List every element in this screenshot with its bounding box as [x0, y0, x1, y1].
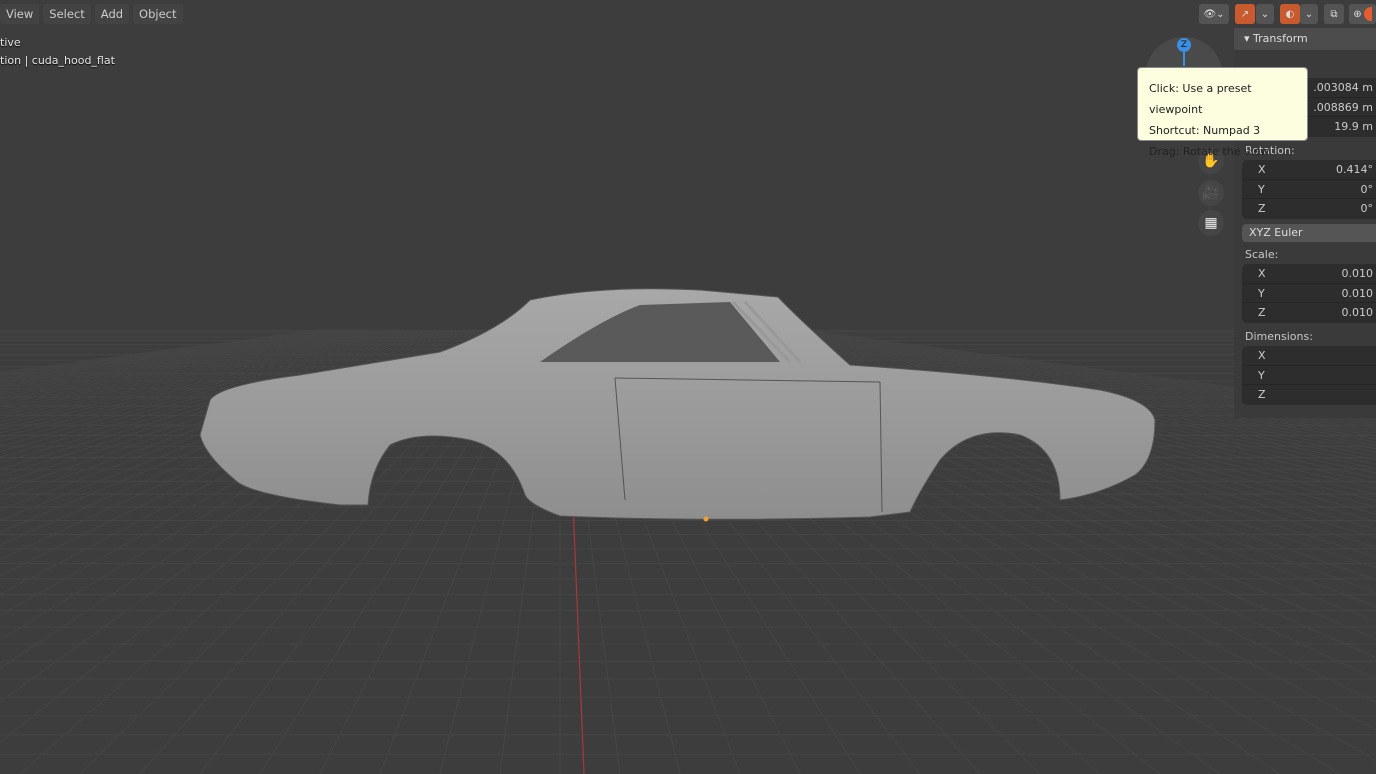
- menu-view[interactable]: View: [0, 4, 40, 24]
- xray-toggle[interactable]: ⧉: [1324, 4, 1344, 24]
- tooltip-drag-text: Drag: Rotate the view: [1149, 145, 1270, 158]
- xray-icon: ⧉: [1330, 8, 1338, 20]
- scale-x-value: 0.010: [1341, 267, 1374, 280]
- collapse-triangle-icon: ▾: [1244, 32, 1254, 45]
- transform-title: Transform: [1253, 32, 1308, 45]
- rotation-mode-select[interactable]: XYZ Euler: [1242, 224, 1376, 242]
- scale-label: Scale:: [1245, 248, 1279, 261]
- axis-label: X: [1258, 349, 1266, 362]
- axis-label: Y: [1258, 368, 1265, 382]
- perspective-toggle-button[interactable]: ▦: [1198, 210, 1224, 236]
- location-z-value: 19.9 m: [1334, 120, 1373, 133]
- rotation-z[interactable]: Z 0°: [1242, 199, 1376, 219]
- tooltip: Click: Use a preset viewpoint Shortcut: …: [1137, 67, 1308, 158]
- transform-header[interactable]: ▾ Transform: [1234, 28, 1376, 50]
- axis-label: Y: [1258, 286, 1265, 300]
- axis-label: Z: [1258, 202, 1266, 215]
- shading-wireframe[interactable]: ⊕: [1349, 4, 1376, 24]
- location-y-value: .008869 m: [1313, 100, 1373, 114]
- overlay-icon: ◐: [1285, 8, 1295, 20]
- dimension-z[interactable]: Z: [1242, 385, 1376, 405]
- rotation-fields: X 0.414° Y 0° Z 0°: [1242, 160, 1376, 219]
- collection-object-text: tion | cuda_hood_flat: [0, 54, 115, 67]
- scale-y[interactable]: Y 0.010: [1242, 284, 1376, 303]
- dimension-x[interactable]: X: [1242, 346, 1376, 366]
- axis-label: Y: [1258, 182, 1265, 196]
- scale-z[interactable]: Z 0.010: [1242, 303, 1376, 323]
- menu-add[interactable]: Add: [94, 4, 130, 24]
- axis-label: Z: [1258, 306, 1266, 319]
- menu-select[interactable]: Select: [43, 4, 91, 24]
- object-origin: [703, 516, 709, 522]
- grid-icon: ▦: [1204, 215, 1218, 231]
- chevron-down-icon: ⌄: [1304, 8, 1314, 20]
- header-menu: View Select Add Object: [0, 4, 183, 24]
- rotation-x[interactable]: X 0.414°: [1242, 160, 1376, 180]
- tooltip-shortcut-text: Shortcut: Numpad 3: [1149, 124, 1261, 137]
- view-mode-text: tive: [0, 36, 21, 49]
- rotation-y[interactable]: Y 0°: [1242, 180, 1376, 199]
- rotation-x-value: 0.414°: [1336, 163, 1373, 176]
- rotation-z-value: 0°: [1360, 202, 1374, 215]
- chevron-down-icon: ⌄: [1260, 8, 1270, 20]
- camera-icon: 🎥: [1202, 185, 1220, 201]
- axis-label: Z: [1258, 388, 1266, 401]
- tooltip-click-text: Click: Use a preset viewpoint: [1149, 82, 1252, 116]
- axis-label: X: [1258, 267, 1266, 280]
- overlay-dropdown[interactable]: ⌄: [1300, 4, 1318, 24]
- location-x-value: .003084 m: [1313, 81, 1373, 94]
- dimensions-label: Dimensions:: [1245, 330, 1313, 343]
- overlay-toggle[interactable]: ◐: [1280, 4, 1300, 24]
- axis-label: X: [1258, 163, 1266, 176]
- scale-y-value: 0.010: [1341, 286, 1374, 300]
- scale-x[interactable]: X 0.010: [1242, 264, 1376, 284]
- z-axis-ball[interactable]: Z: [1177, 38, 1191, 52]
- menu-object[interactable]: Object: [133, 4, 183, 24]
- gizmo-dropdown[interactable]: ⌄: [1256, 4, 1274, 24]
- eye-icon: 👁⌄: [1203, 8, 1225, 20]
- camera-view-button[interactable]: 🎥: [1198, 180, 1224, 206]
- rotation-y-value: 0°: [1360, 182, 1374, 196]
- scale-z-value: 0.010: [1341, 306, 1374, 319]
- wireframe-sphere-icon: ⊕: [1353, 8, 1362, 20]
- gizmo-toggle[interactable]: ↗: [1235, 4, 1255, 24]
- gizmo-icon: ↗: [1240, 8, 1250, 20]
- scale-fields: X 0.010 Y 0.010 Z 0.010: [1242, 264, 1376, 323]
- solid-shading-icon: [1363, 7, 1372, 21]
- dimension-y[interactable]: Y: [1242, 366, 1376, 385]
- z-axis-line: [1183, 52, 1185, 66]
- dimensions-fields: X Y Z: [1242, 346, 1376, 405]
- visibility-dropdown[interactable]: 👁⌄: [1199, 4, 1229, 24]
